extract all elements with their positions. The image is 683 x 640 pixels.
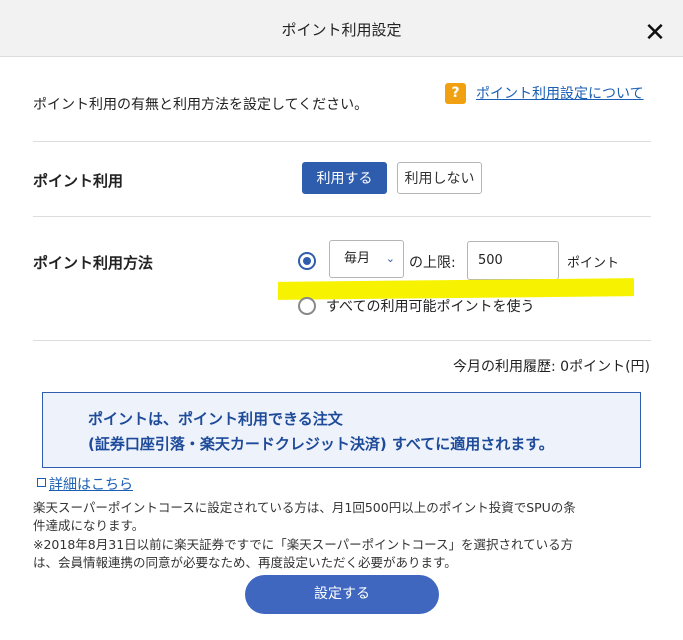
frequency-value: 毎月 bbox=[344, 251, 371, 266]
intro-text: ポイント利用の有無と利用方法を設定してください。 bbox=[33, 97, 369, 113]
details-link[interactable]: 詳細はこちら bbox=[49, 474, 133, 494]
help-icon: ? bbox=[445, 83, 466, 104]
limit-label: の上限: bbox=[409, 255, 456, 271]
notice-line-1: ポイントは、ポイント利用できる注文 bbox=[88, 410, 343, 428]
divider bbox=[33, 216, 651, 217]
limit-radio[interactable] bbox=[298, 252, 316, 270]
external-link-icon bbox=[37, 478, 46, 487]
use-button[interactable]: 利用する bbox=[302, 162, 387, 194]
points-unit: ポイント bbox=[567, 256, 620, 271]
frequency-select[interactable]: 毎月 ⌄ bbox=[329, 240, 404, 278]
note-line: 楽天スーパーポイントコースに設定されている方は、月1回500円以上のポイント投資… bbox=[33, 500, 576, 515]
help-link[interactable]: ポイント利用設定について bbox=[476, 83, 644, 103]
point-method-label: ポイント利用方法 bbox=[33, 254, 154, 272]
all-points-radio[interactable] bbox=[298, 297, 316, 315]
no-use-button[interactable]: 利用しない bbox=[397, 162, 482, 194]
usage-history: 今月の利用履歴: 0ポイント(円) bbox=[453, 359, 650, 375]
dialog-title: ポイント利用設定 bbox=[281, 21, 402, 39]
divider bbox=[33, 141, 651, 142]
limit-input[interactable]: 500 bbox=[467, 241, 559, 280]
note-line: 件達成になります。 bbox=[33, 518, 145, 533]
notice-line-2: (証券口座引落・楽天カードクレジット決済) すべてに適用されます。 bbox=[88, 435, 554, 453]
note-line: は、会員情報連携の同意が必要なため、再度設定いただく必要があります。 bbox=[33, 555, 457, 570]
note-line: ※2018年8月31日以前に楽天証券ですでに「楽天スーパーポイントコース」を選択… bbox=[33, 537, 574, 552]
chevron-down-icon: ⌄ bbox=[385, 252, 395, 265]
submit-button[interactable]: 設定する bbox=[245, 575, 439, 614]
point-use-label: ポイント利用 bbox=[33, 172, 124, 190]
close-icon[interactable]: ✕ bbox=[640, 18, 670, 48]
divider bbox=[33, 340, 651, 341]
all-points-label: すべての利用可能ポイントを使う bbox=[326, 299, 535, 315]
dialog-header: ポイント利用設定 ✕ bbox=[0, 0, 683, 57]
notice-box: ポイントは、ポイント利用できる注文 (証券口座引落・楽天カードクレジット決済) … bbox=[42, 392, 641, 468]
